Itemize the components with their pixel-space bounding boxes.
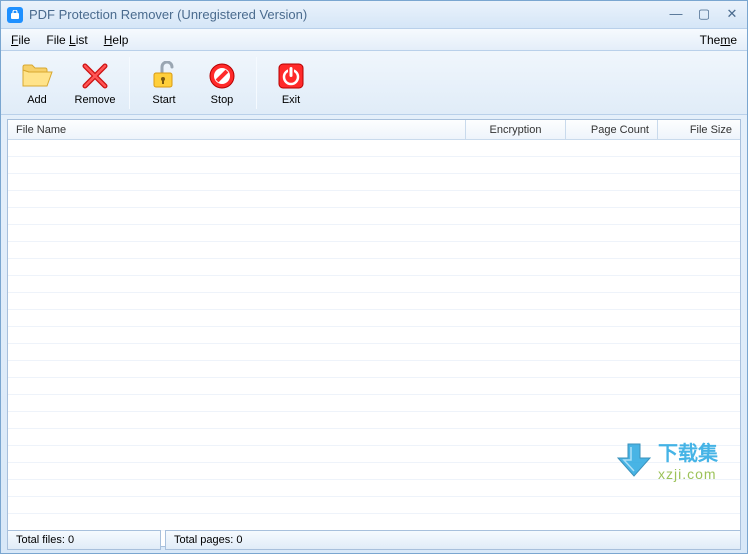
table-row	[8, 327, 740, 344]
stop-label: Stop	[211, 94, 234, 106]
menu-help[interactable]: Help	[96, 31, 137, 49]
table-row	[8, 293, 740, 310]
table-row	[8, 361, 740, 378]
minimize-button[interactable]: —	[667, 8, 685, 22]
exit-label: Exit	[282, 94, 300, 106]
table-row	[8, 514, 740, 531]
unlock-icon	[148, 60, 180, 92]
table-row	[8, 259, 740, 276]
start-button[interactable]: Start	[135, 55, 193, 111]
col-pagecount[interactable]: Page Count	[566, 120, 658, 139]
toolbar-separator	[129, 57, 130, 109]
table-row	[8, 208, 740, 225]
menu-file-list[interactable]: File List	[38, 31, 95, 49]
table-row	[8, 446, 740, 463]
window: PDF Protection Remover (Unregistered Ver…	[0, 0, 748, 554]
titlebar: PDF Protection Remover (Unregistered Ver…	[1, 1, 747, 29]
window-title: PDF Protection Remover (Unregistered Ver…	[29, 7, 667, 22]
table-row	[8, 344, 740, 361]
table-row	[8, 242, 740, 259]
table-row	[8, 157, 740, 174]
close-button[interactable]: ✕	[723, 8, 741, 22]
maximize-button[interactable]: ▢	[695, 8, 713, 22]
file-table: File Name Encryption Page Count File Siz…	[7, 119, 741, 547]
table-row	[8, 140, 740, 157]
toolbar-group-run: Start Stop	[134, 54, 252, 112]
table-row	[8, 429, 740, 446]
table-row	[8, 412, 740, 429]
remove-button[interactable]: Remove	[66, 55, 124, 111]
x-icon	[79, 60, 111, 92]
exit-button[interactable]: Exit	[262, 55, 320, 111]
toolbar: Add Remove	[1, 51, 747, 115]
table-row	[8, 395, 740, 412]
table-row	[8, 497, 740, 514]
table-row	[8, 191, 740, 208]
toolbar-group-file: Add Remove	[7, 54, 125, 112]
window-controls: — ▢ ✕	[667, 8, 741, 22]
status-total-files: Total files: 0	[7, 530, 161, 550]
table-row	[8, 378, 740, 395]
col-filesize[interactable]: File Size	[658, 120, 740, 139]
menu-file[interactable]: File	[3, 31, 38, 49]
stop-icon	[206, 60, 238, 92]
toolbar-group-exit: Exit	[261, 54, 321, 112]
table-row	[8, 463, 740, 480]
add-button[interactable]: Add	[8, 55, 66, 111]
table-row	[8, 480, 740, 497]
toolbar-separator	[256, 57, 257, 109]
menubar: File File List Help Theme	[1, 29, 747, 51]
table-row	[8, 276, 740, 293]
table-body[interactable]: 下载集 xzji.com	[8, 140, 740, 546]
stop-button[interactable]: Stop	[193, 55, 251, 111]
statusbar: Total files: 0 Total pages: 0	[7, 530, 741, 550]
app-icon	[7, 7, 23, 23]
col-filename[interactable]: File Name	[8, 120, 466, 139]
table-row	[8, 225, 740, 242]
status-total-pages: Total pages: 0	[165, 530, 741, 550]
folder-open-icon	[21, 60, 53, 92]
start-label: Start	[152, 94, 175, 106]
col-encryption[interactable]: Encryption	[466, 120, 566, 139]
table-header: File Name Encryption Page Count File Siz…	[8, 120, 740, 140]
power-icon	[275, 60, 307, 92]
menu-theme[interactable]: Theme	[692, 31, 745, 49]
table-row	[8, 310, 740, 327]
add-label: Add	[27, 94, 47, 106]
remove-label: Remove	[75, 94, 116, 106]
table-row	[8, 174, 740, 191]
